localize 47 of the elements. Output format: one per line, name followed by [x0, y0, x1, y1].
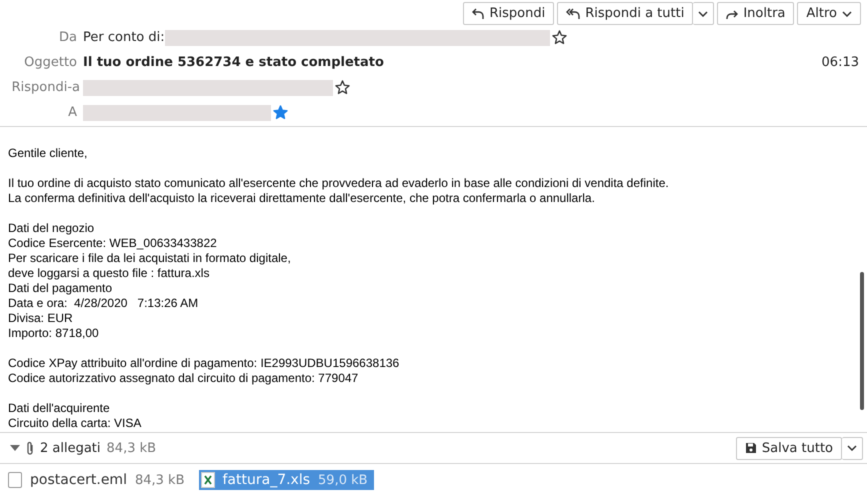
header-label: Oggetto: [23, 55, 78, 70]
message-text: Data e ora: 4/28/2020 7:13:26 AM: [8, 296, 200, 311]
spreadsheet-icon: [200, 472, 214, 488]
toolbar-button[interactable]: Altro: [797, 2, 861, 25]
message-text: deve loggarsi a questo file : fattura.xls: [8, 266, 210, 281]
dropdown-button[interactable]: [693, 2, 714, 25]
message-text: La conferma definitiva dell'acquisto la riceverai direttamente dall'esercente, che potra confermarla o annullarla.: [8, 191, 596, 206]
time-text: 06:13: [822, 55, 860, 70]
dropdown-button[interactable]: [842, 436, 863, 460]
caret-icon: [698, 10, 708, 16]
message-text: Dati dell'acquirente: [8, 401, 111, 416]
message-text: Divisa: EUR: [8, 311, 74, 326]
attachment-item[interactable]: postacert.eml 84,3 kB: [6, 470, 190, 490]
attachment-size: 84,3 kB: [106, 440, 156, 456]
scrollbar-thumb[interactable]: [860, 272, 864, 410]
toolbar-button[interactable]: Rispondi: [463, 2, 554, 25]
reply-all-icon: [566, 8, 580, 20]
expander-icon[interactable]: [10, 445, 20, 451]
save-icon: [744, 442, 757, 454]
message-text: Codice autorizzativo assegnato dal circuito di pagamento: 779047: [8, 371, 360, 386]
file-icon: [8, 472, 22, 488]
message-text: Dati del negozio: [8, 221, 96, 236]
message-text: Per scaricare i file da lei acquistati in formato digitale,: [8, 251, 292, 266]
star-icon[interactable]: [335, 80, 350, 95]
save-all-button[interactable]: Salva tutto: [736, 436, 842, 460]
message-text: Codice XPay attribuito all'ordine di pagamento: IE2993UDBU1596638136: [8, 356, 400, 371]
toolbar-button[interactable]: Inoltra: [717, 2, 794, 25]
paperclip-icon: [26, 440, 34, 456]
message-text: Codice Esercente: WEB_00633433822: [8, 236, 218, 251]
star-icon[interactable]: [273, 105, 288, 120]
message-text: Importo: 8718,00: [8, 326, 100, 341]
message-text: Il tuo ordine di acquisto stato comunicato all'esercente che provvedera ad evaderlo in base alle condizioni di vendita definite.: [8, 176, 670, 191]
caret-icon: [842, 10, 852, 16]
header-label: Da: [58, 30, 78, 45]
header-label: Rispondi-a: [10, 80, 81, 95]
message-text: Gentile cliente,: [8, 146, 88, 161]
forward-icon: [726, 8, 738, 20]
star-icon[interactable]: [552, 30, 567, 45]
header-label: A: [67, 105, 78, 120]
message-text: Dati del pagamento: [8, 281, 114, 296]
caret-icon: [847, 445, 857, 451]
reply-icon: [472, 8, 484, 20]
attachment-count: 2 allegati: [40, 440, 101, 456]
subject-text: Il tuo ordine 5362734 e stato completato: [83, 55, 384, 70]
sender-text: Per conto di:: [83, 30, 165, 45]
message-text: Circuito della carta: VISA: [8, 416, 142, 431]
toolbar-button[interactable]: Rispondi a tutti: [557, 2, 694, 25]
